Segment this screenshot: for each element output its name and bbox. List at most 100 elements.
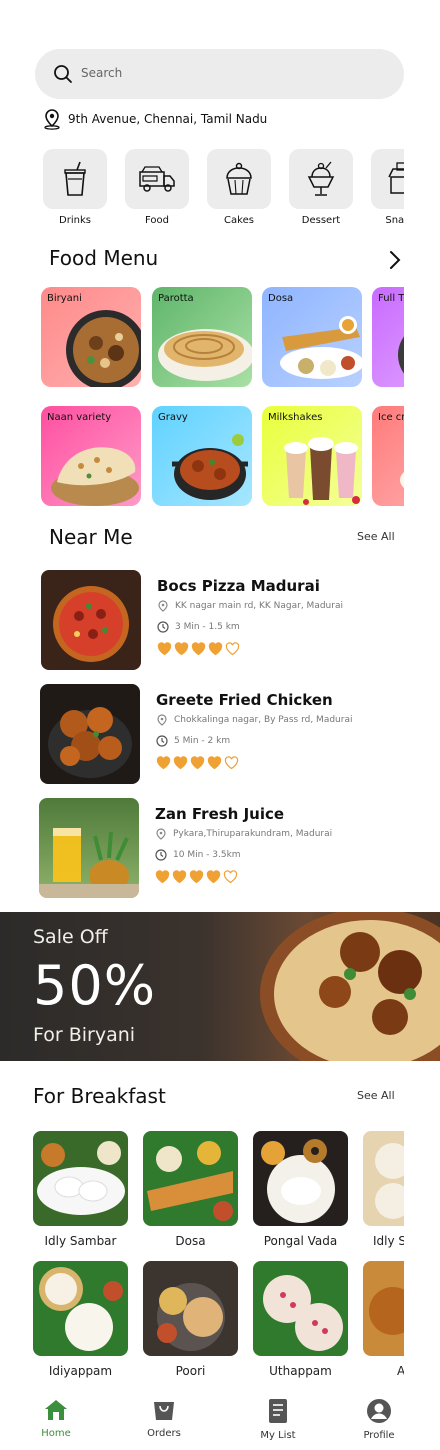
nav-profile[interactable]: Profile bbox=[349, 1398, 409, 1441]
food-menu-card-gravy[interactable]: Gravy bbox=[152, 406, 252, 506]
home-icon bbox=[45, 1400, 67, 1420]
restaurant-address: Pykara,Thiruparakundram, Madurai bbox=[173, 829, 333, 839]
heart-filled-icon bbox=[172, 870, 187, 884]
nav-home[interactable]: Home bbox=[26, 1398, 86, 1439]
ice-cream-sundae-icon bbox=[307, 161, 335, 196]
nav-my-list[interactable]: My List bbox=[248, 1398, 308, 1441]
food-menu-label: Ice cream bbox=[378, 412, 404, 423]
near-me-item-chicken[interactable]: Greete Fried Chicken Chokkalinga nagar, … bbox=[0, 682, 440, 786]
category-strip[interactable]: Drinks Food Cakes Dessert Snacks bbox=[43, 149, 404, 229]
restaurant-name[interactable]: Zan Fresh Juice bbox=[155, 805, 284, 823]
category-drinks[interactable]: Drinks bbox=[43, 149, 107, 226]
breakfast-label: Poori bbox=[175, 1364, 206, 1378]
near-me-see-all-link[interactable]: See All bbox=[357, 530, 395, 543]
clock-icon bbox=[156, 735, 168, 747]
clock-icon bbox=[157, 621, 169, 633]
breakfast-card-image[interactable] bbox=[33, 1261, 128, 1356]
food-menu-card-parotta[interactable]: Parotta bbox=[152, 287, 252, 387]
heart-filled-icon bbox=[206, 870, 221, 884]
nav-label: My List bbox=[260, 1430, 296, 1441]
milkshakes-image bbox=[284, 437, 360, 505]
breakfast-card-image[interactable] bbox=[363, 1131, 404, 1226]
search-input[interactable]: Search bbox=[81, 66, 122, 80]
heart-filled-icon bbox=[156, 756, 171, 770]
food-menu-card-biryani[interactable]: Biryani bbox=[41, 287, 141, 387]
category-label: Drinks bbox=[59, 215, 91, 226]
food-menu-card-ice-cream[interactable]: Ice cream bbox=[372, 406, 404, 506]
breakfast-card-image[interactable] bbox=[253, 1261, 348, 1356]
bottom-navigation: Home Orders My List Profile bbox=[0, 1390, 440, 1450]
naan-image bbox=[51, 447, 139, 506]
food-menu-title: Food Menu bbox=[49, 246, 159, 270]
heart-filled-icon bbox=[155, 870, 170, 884]
heart-filled-icon bbox=[189, 870, 204, 884]
near-me-item-juice[interactable]: Zan Fresh Juice Pykara,Thiruparakundram,… bbox=[0, 796, 440, 900]
breakfast-grid[interactable]: Idly Sambar Dosa Pongal Vada Idly S Idiy… bbox=[33, 1131, 404, 1381]
search-icon bbox=[54, 65, 72, 83]
food-menu-label: Parotta bbox=[158, 293, 194, 304]
restaurant-distance: 5 Min - 2 km bbox=[174, 736, 231, 746]
breakfast-title: For Breakfast bbox=[33, 1084, 166, 1108]
category-label: Dessert bbox=[301, 215, 341, 226]
food-menu-card-full-thali[interactable]: Full Thali bbox=[372, 287, 404, 387]
biryani-plate-image bbox=[66, 310, 141, 387]
restaurant-name[interactable]: Bocs Pizza Madurai bbox=[157, 577, 320, 595]
breakfast-label: A bbox=[397, 1364, 404, 1378]
promo-banner[interactable]: Sale Off 50% For Biryani bbox=[0, 912, 440, 1061]
breakfast-label: Idiyappam bbox=[48, 1364, 113, 1378]
profile-icon bbox=[367, 1399, 391, 1423]
shopping-bag-icon bbox=[154, 1402, 174, 1420]
food-menu-label: Dosa bbox=[268, 293, 294, 304]
food-menu-card-naan[interactable]: Naan variety bbox=[41, 406, 141, 506]
food-menu-grid[interactable]: Biryani Parotta Dosa Full Thali Naan var… bbox=[41, 287, 404, 509]
snack-stand-icon bbox=[388, 162, 404, 194]
location-pin-icon bbox=[158, 600, 168, 612]
near-me-item-pizza[interactable]: Bocs Pizza Madurai KK nagar main rd, KK … bbox=[0, 568, 440, 672]
nav-orders[interactable]: Orders bbox=[134, 1398, 194, 1439]
food-menu-card-dosa[interactable]: Dosa bbox=[262, 287, 362, 387]
ice-cream-image bbox=[400, 472, 404, 488]
restaurant-image bbox=[41, 570, 141, 670]
breakfast-see-all-link[interactable]: See All bbox=[357, 1089, 395, 1102]
category-label: Food bbox=[145, 215, 169, 226]
thali-image bbox=[398, 336, 404, 374]
location-pin-icon bbox=[157, 714, 167, 726]
list-document-icon bbox=[269, 1399, 287, 1423]
restaurant-address: Chokkalinga nagar, By Pass rd, Madurai bbox=[174, 715, 353, 725]
heart-outline-icon bbox=[223, 870, 238, 884]
dosa-image bbox=[280, 316, 362, 379]
breakfast-card-image[interactable] bbox=[143, 1131, 238, 1226]
drink-cup-icon bbox=[64, 161, 86, 196]
restaurant-distance: 10 Min - 3.5km bbox=[173, 850, 241, 860]
nav-label: Orders bbox=[147, 1428, 181, 1439]
breakfast-card-image[interactable] bbox=[33, 1131, 128, 1226]
breakfast-label: Pongal Vada bbox=[263, 1234, 338, 1248]
heart-filled-icon bbox=[173, 756, 188, 770]
heart-outline-icon bbox=[225, 642, 240, 656]
food-menu-card-milkshakes[interactable]: Milkshakes bbox=[262, 406, 362, 506]
food-menu-label: Naan variety bbox=[47, 412, 112, 423]
breakfast-card-image[interactable] bbox=[143, 1261, 238, 1356]
category-snacks[interactable]: Snacks bbox=[371, 149, 404, 226]
location-row[interactable]: 9th Avenue, Chennai, Tamil Nadu bbox=[42, 108, 267, 130]
heart-filled-icon bbox=[174, 642, 189, 656]
heart-filled-icon bbox=[157, 642, 172, 656]
rating-hearts bbox=[156, 756, 239, 770]
breakfast-card-image[interactable] bbox=[253, 1131, 348, 1226]
breakfast-card-image[interactable] bbox=[363, 1261, 404, 1356]
search-bar[interactable]: Search bbox=[35, 49, 404, 99]
restaurant-name[interactable]: Greete Fried Chicken bbox=[156, 691, 333, 709]
heart-filled-icon bbox=[191, 642, 206, 656]
restaurant-distance: 3 Min - 1.5 km bbox=[175, 622, 240, 632]
category-food[interactable]: Food bbox=[125, 149, 189, 226]
restaurant-image bbox=[40, 684, 140, 784]
gravy-pot-image bbox=[172, 434, 248, 500]
location-pin-icon bbox=[44, 109, 60, 130]
nav-label: Profile bbox=[363, 1430, 395, 1441]
chevron-right-icon[interactable] bbox=[388, 250, 402, 270]
category-dessert[interactable]: Dessert bbox=[289, 149, 353, 226]
parotta-image bbox=[158, 329, 252, 381]
restaurant-address: KK nagar main rd, KK Nagar, Madurai bbox=[175, 601, 343, 611]
rating-hearts bbox=[157, 642, 240, 656]
category-cakes[interactable]: Cakes bbox=[207, 149, 271, 226]
